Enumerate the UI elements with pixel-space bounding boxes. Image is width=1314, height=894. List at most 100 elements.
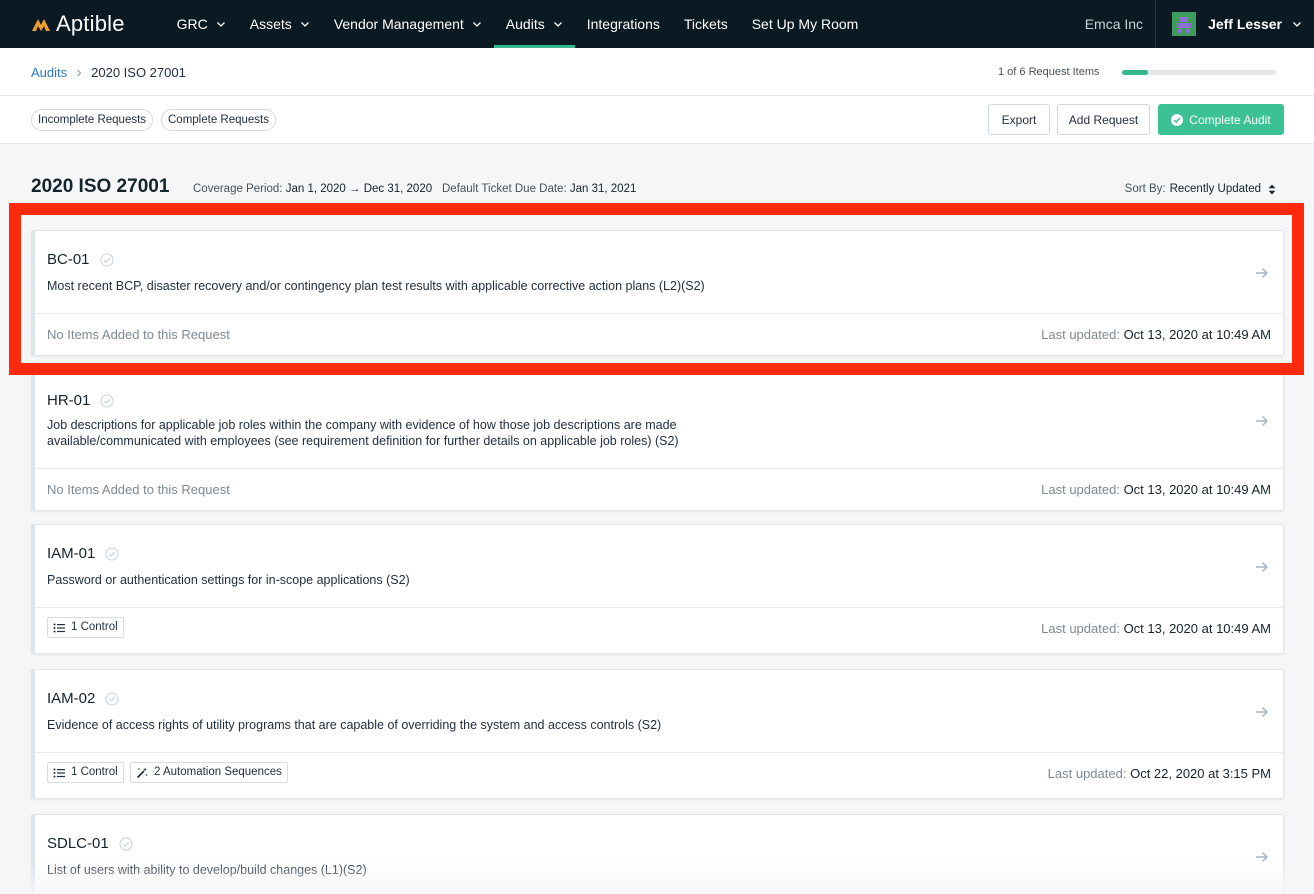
controls-tag[interactable]: 1 Control bbox=[47, 762, 124, 783]
coverage-period-label: Coverage Period: bbox=[193, 183, 283, 195]
last-updated: Last updated: Oct 13, 2020 at 10:49 AM bbox=[1041, 482, 1271, 497]
top-nav: Aptible GRC Assets Vendor Management Aud… bbox=[0, 0, 1314, 48]
last-updated-label: Last updated: bbox=[1041, 621, 1120, 636]
check-circle-icon bbox=[1171, 113, 1184, 126]
request-card-iam-02[interactable]: IAM-02 Evidence of access rights of util… bbox=[31, 669, 1284, 799]
arrow-right-icon[interactable] bbox=[1255, 414, 1269, 428]
nav-set-up-my-room[interactable]: Set Up My Room bbox=[740, 0, 871, 48]
arrow-right-icon[interactable] bbox=[1255, 560, 1269, 574]
nav-assets[interactable]: Assets bbox=[238, 0, 322, 48]
arrow-right-icon[interactable] bbox=[1255, 266, 1269, 280]
list-icon bbox=[53, 623, 65, 632]
chevron-right-icon bbox=[77, 69, 82, 76]
default-due-date-value: Jan 31, 2021 bbox=[569, 183, 637, 195]
default-due-date-label: Default Ticket Due Date: bbox=[442, 183, 567, 195]
request-id: HR-01 bbox=[47, 392, 114, 409]
request-description: Most recent BCP, disaster recovery and/o… bbox=[47, 279, 705, 293]
request-card-sdlc-01[interactable]: SDLC-01 List of users with ability to de… bbox=[31, 814, 1284, 894]
filter-incomplete-requests[interactable]: Incomplete Requests bbox=[31, 109, 154, 131]
request-id: IAM-02 bbox=[47, 690, 119, 707]
sort-value[interactable]: Recently Updated bbox=[1170, 183, 1261, 195]
request-id-text: BC-01 bbox=[47, 251, 90, 268]
last-updated-value: Oct 13, 2020 at 10:49 AM bbox=[1123, 327, 1271, 342]
avatar bbox=[1172, 12, 1197, 36]
nav-label: Vendor Management bbox=[333, 16, 464, 32]
last-updated: Last updated: Oct 22, 2020 at 3:15 PM bbox=[1048, 766, 1271, 781]
request-card-iam-01[interactable]: IAM-01 Password or authentication settin… bbox=[31, 524, 1284, 654]
controls-tag-label: 1 Control bbox=[71, 766, 118, 778]
breadcrumb-bar: Audits 2020 ISO 27001 1 of 6 Request Ite… bbox=[0, 48, 1314, 96]
sort-label: Sort By: bbox=[1124, 183, 1166, 195]
nav-integrations[interactable]: Integrations bbox=[575, 0, 672, 48]
nav-label: GRC bbox=[176, 16, 208, 32]
chevron-down-icon bbox=[472, 22, 481, 27]
chevron-down-icon bbox=[300, 22, 309, 27]
request-description: Job descriptions for applicable job role… bbox=[47, 418, 679, 448]
magic-wand-icon bbox=[136, 767, 148, 778]
last-updated-label: Last updated: bbox=[1041, 482, 1120, 497]
breadcrumb: Audits 2020 ISO 27001 bbox=[31, 65, 186, 80]
chevron-down-icon bbox=[216, 22, 225, 27]
last-updated-label: Last updated: bbox=[1047, 766, 1127, 781]
check-circle-outline-icon bbox=[100, 253, 114, 266]
user-name: Jeff Lesser bbox=[1208, 16, 1282, 32]
aptible-logo-icon bbox=[32, 19, 50, 31]
check-circle-outline-icon bbox=[105, 547, 119, 560]
last-updated: Last updated: Oct 13, 2020 at 10:49 AM bbox=[1041, 327, 1271, 342]
controls-tag-label: 1 Control bbox=[71, 621, 118, 633]
request-description: Password or authentication settings for … bbox=[47, 573, 410, 587]
chevron-down-icon bbox=[553, 22, 562, 27]
request-id: SDLC-01 bbox=[47, 835, 133, 852]
arrow-right-icon[interactable] bbox=[1255, 850, 1269, 864]
request-id: BC-01 bbox=[47, 251, 114, 268]
last-updated-value: Oct 13, 2020 at 10:49 AM bbox=[1123, 482, 1271, 497]
app-logo-text: Aptible bbox=[56, 11, 125, 36]
controls-tag[interactable]: 1 Control bbox=[47, 617, 124, 638]
request-description: List of users with ability to develop/bu… bbox=[47, 863, 367, 877]
user-menu[interactable]: Jeff Lesser bbox=[1156, 0, 1314, 48]
nav-audits[interactable]: Audits bbox=[493, 0, 575, 48]
page-title: 2020 ISO 27001 bbox=[31, 176, 170, 197]
automation-sequences-tag-label: 2 Automation Sequences bbox=[154, 766, 282, 778]
nav-grc[interactable]: GRC bbox=[165, 0, 238, 48]
nav-vendor-management[interactable]: Vendor Management bbox=[322, 0, 494, 48]
export-button[interactable]: Export bbox=[988, 104, 1050, 135]
no-items-label: No Items Added to this Request bbox=[47, 482, 230, 497]
nav-label: Set Up My Room bbox=[751, 16, 859, 32]
list-icon bbox=[53, 768, 65, 777]
nav-label: Assets bbox=[249, 16, 292, 32]
export-button-label: Export bbox=[1001, 112, 1037, 127]
coverage-period: Coverage Period: Jan 1, 2020 → Dec 31, 2… bbox=[193, 183, 432, 195]
nav-tickets[interactable]: Tickets bbox=[672, 0, 740, 48]
last-updated-value: Oct 22, 2020 at 3:15 PM bbox=[1130, 766, 1271, 781]
chevron-down-icon bbox=[1293, 22, 1301, 27]
request-id-text: SDLC-01 bbox=[47, 835, 109, 852]
request-card-bc-01[interactable]: BC-01 Most recent BCP, disaster recovery… bbox=[31, 230, 1284, 356]
nav-label: Audits bbox=[505, 16, 545, 32]
app-logo[interactable]: Aptible bbox=[30, 0, 125, 48]
sort-control[interactable]: Sort By: Recently Updated bbox=[1125, 183, 1276, 195]
complete-audit-button[interactable]: Complete Audit bbox=[1158, 104, 1284, 135]
breadcrumb-audits-link[interactable]: Audits bbox=[31, 65, 67, 80]
nav-label: Integrations bbox=[586, 16, 660, 32]
arrow-right-icon[interactable] bbox=[1255, 705, 1269, 719]
avatar-pattern-icon bbox=[1174, 14, 1195, 34]
request-progress-fill bbox=[1122, 70, 1148, 75]
add-request-button[interactable]: Add Request bbox=[1057, 104, 1150, 135]
request-progress-label: 1 of 6 Request Items bbox=[998, 66, 1100, 78]
last-updated-value: Oct 13, 2020 at 10:49 AM bbox=[1123, 621, 1271, 636]
request-card-hr-01[interactable]: HR-01 Job descriptions for applicable jo… bbox=[31, 374, 1284, 511]
sort-updown-icon bbox=[1268, 184, 1276, 194]
filter-action-bar: Incomplete Requests Complete Requests Ex… bbox=[0, 96, 1314, 144]
coverage-period-value: Jan 1, 2020 → Dec 31, 2020 bbox=[285, 183, 433, 195]
no-items-label: No Items Added to this Request bbox=[47, 327, 230, 342]
nav-label: Tickets bbox=[683, 16, 728, 32]
request-id: IAM-01 bbox=[47, 545, 119, 562]
breadcrumb-current: 2020 ISO 27001 bbox=[91, 65, 186, 80]
check-circle-outline-icon bbox=[100, 394, 114, 407]
filter-complete-requests[interactable]: Complete Requests bbox=[161, 109, 276, 131]
org-name[interactable]: Emca Inc bbox=[1073, 0, 1155, 48]
last-updated-label: Last updated: bbox=[1041, 327, 1120, 342]
automation-sequences-tag[interactable]: 2 Automation Sequences bbox=[130, 762, 288, 783]
request-description: Evidence of access rights of utility pro… bbox=[47, 718, 662, 732]
